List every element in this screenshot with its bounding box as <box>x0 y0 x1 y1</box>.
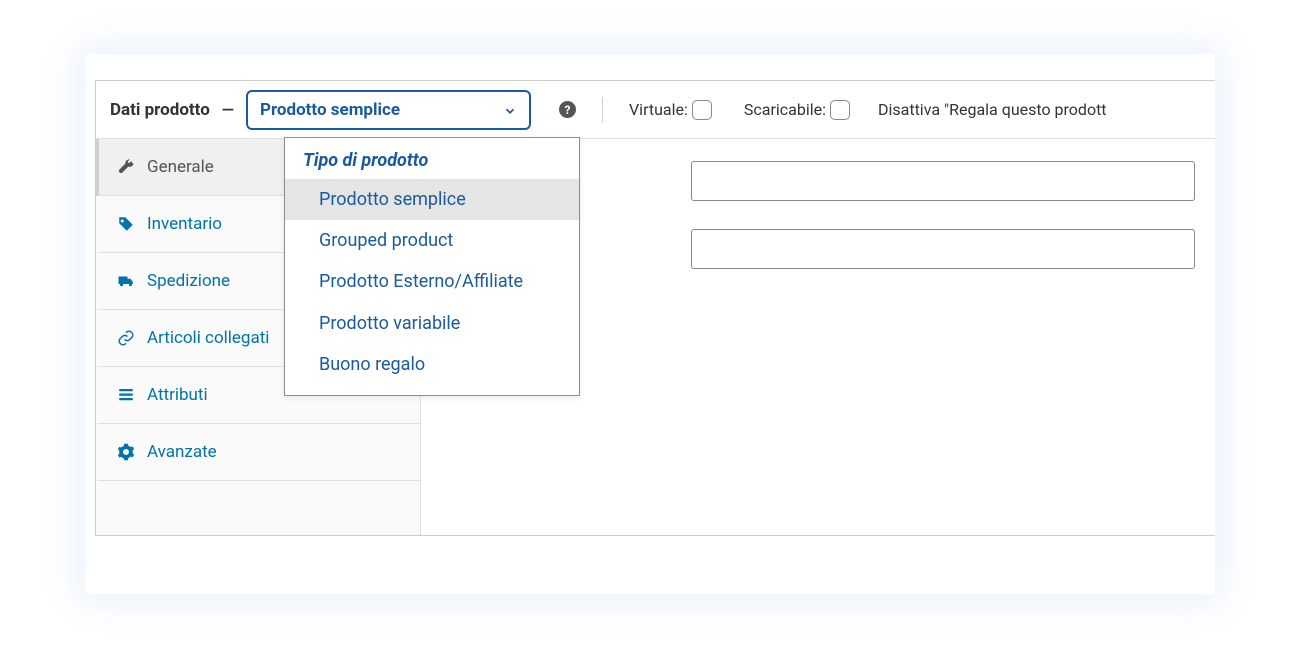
panel-body: Generale Inventario Spedizione <box>96 139 1215 535</box>
dash: — <box>222 100 234 119</box>
tag-icon <box>117 215 135 233</box>
tab-advanced[interactable]: Avanzate <box>96 424 420 481</box>
product-type-select[interactable]: Prodotto semplice <box>246 90 531 130</box>
tab-advanced-label: Avanzate <box>147 442 217 462</box>
sale-price-input[interactable] <box>691 229 1195 269</box>
truck-icon <box>117 272 135 290</box>
virtual-label: Virtuale: <box>629 100 688 119</box>
product-type-select-value: Prodotto semplice <box>260 100 400 120</box>
tab-general-label: Generale <box>147 157 214 177</box>
downloadable-checkbox[interactable] <box>830 100 850 120</box>
tab-attributes-label: Attributi <box>147 385 208 405</box>
product-data-panel: Dati prodotto — Prodotto semplice ? Virt… <box>95 80 1215 536</box>
product-type-dropdown: Tipo di prodotto Prodotto semplice Group… <box>284 137 580 396</box>
dropdown-item-simple[interactable]: Prodotto semplice <box>285 179 579 220</box>
tab-linked-label: Articoli collegati <box>147 328 269 348</box>
panel-header: Dati prodotto — Prodotto semplice ? Virt… <box>96 81 1215 139</box>
dropdown-item-external[interactable]: Prodotto Esterno/Affiliate <box>285 261 579 302</box>
chevron-down-icon <box>503 103 517 117</box>
disable-gift-text: Disattiva "Regala questo prodott <box>878 100 1107 119</box>
virtual-field: Virtuale: <box>629 100 712 120</box>
tab-shipping-label: Spedizione <box>147 271 230 291</box>
downloadable-field: Scaricabile: <box>744 100 850 120</box>
downloadable-label: Scaricabile: <box>744 100 826 119</box>
dropdown-item-grouped[interactable]: Grouped product <box>285 220 579 261</box>
help-icon[interactable]: ? <box>559 101 576 118</box>
tab-inventory-label: Inventario <box>147 214 222 234</box>
link-icon <box>117 329 135 347</box>
panel-title: Dati prodotto <box>110 100 210 120</box>
list-icon <box>117 386 135 404</box>
virtual-checkbox[interactable] <box>692 100 712 120</box>
dropdown-item-giftcard[interactable]: Buono regalo <box>285 344 579 385</box>
wrench-icon <box>117 158 135 176</box>
regular-price-input[interactable] <box>691 161 1195 201</box>
separator <box>602 97 603 123</box>
viewport: Dati prodotto — Prodotto semplice ? Virt… <box>0 0 1300 648</box>
dropdown-group-label: Tipo di prodotto <box>285 138 579 179</box>
screenshot-card: Dati prodotto — Prodotto semplice ? Virt… <box>85 54 1215 594</box>
gear-icon <box>117 443 135 461</box>
dropdown-item-variable[interactable]: Prodotto variabile <box>285 303 579 344</box>
